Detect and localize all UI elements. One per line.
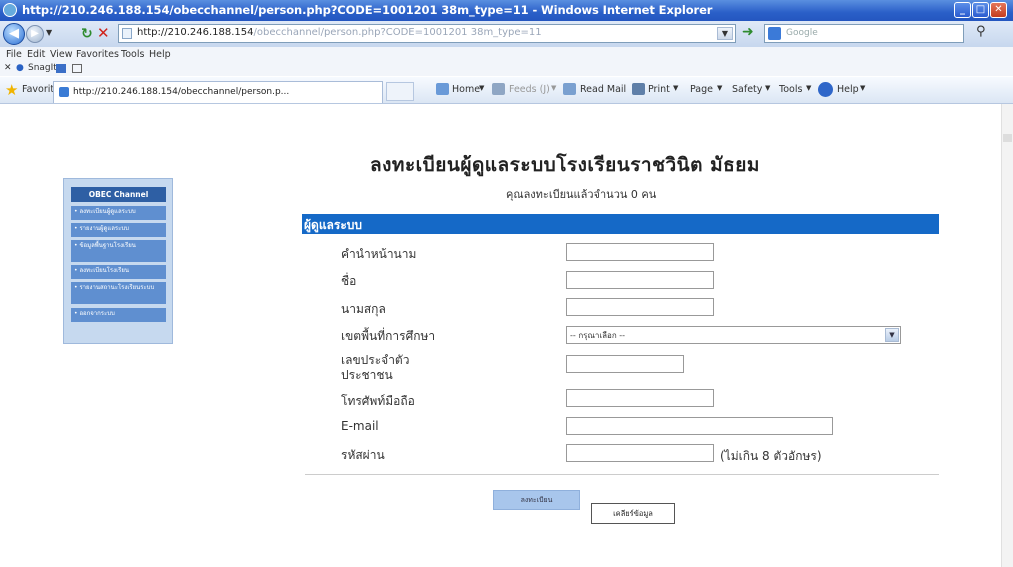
feeds-button[interactable]: Feeds (J): [509, 84, 550, 95]
district-selected-value: -- กรุณาเลือก --: [570, 331, 625, 340]
id-card-label-line2: ประชาชน: [341, 368, 393, 382]
page-dropdown-icon[interactable]: ▼: [717, 84, 722, 92]
tools-menu[interactable]: Tools: [779, 84, 802, 95]
sidebar-header: OBEC Channel: [71, 187, 166, 202]
favorites-star-icon[interactable]: ★: [5, 81, 18, 99]
page-icon: [122, 28, 132, 39]
lastname-input[interactable]: [566, 298, 714, 316]
snagit-button[interactable]: SnagIt: [28, 63, 57, 73]
go-icon[interactable]: ➜: [742, 24, 758, 42]
safety-menu[interactable]: Safety: [732, 84, 762, 95]
feeds-icon[interactable]: [492, 83, 505, 95]
password-input[interactable]: [566, 444, 714, 462]
refresh-icon[interactable]: ↻: [81, 26, 93, 42]
sidebar-item-logout[interactable]: • ออกจากระบบ: [71, 308, 166, 322]
sidebar-item-register-admin[interactable]: • ลงทะเบียนผู้ดูแลระบบ: [71, 206, 166, 220]
stop-icon[interactable]: ✕: [97, 24, 110, 42]
password-hint: (ไม่เกิน 8 ตัวอักษร): [720, 449, 822, 463]
tab-page-icon: [59, 87, 69, 97]
form-divider: [305, 474, 939, 475]
minimize-button[interactable]: _: [954, 2, 971, 18]
registration-count: คุณลงทะเบียนแล้วจำนวน 0 คน: [506, 188, 657, 201]
maximize-button[interactable]: □: [972, 2, 989, 18]
print-button[interactable]: Print: [648, 84, 670, 95]
menu-tools[interactable]: Tools: [121, 49, 144, 60]
address-dropdown-icon[interactable]: ▼: [717, 27, 733, 40]
prefix-input[interactable]: [566, 243, 714, 261]
back-button[interactable]: ◀: [3, 23, 25, 45]
lastname-label: นามสกุล: [341, 302, 386, 316]
firstname-label: ชื่อ: [341, 274, 357, 288]
help-dropdown-icon[interactable]: ▼: [860, 84, 865, 92]
scrollbar-thumb[interactable]: [1003, 134, 1012, 142]
chevron-down-icon[interactable]: ▼: [885, 328, 899, 342]
sidebar-item-admin-report[interactable]: • รายงานผู้ดูแลระบบ: [71, 223, 166, 237]
id-card-input[interactable]: [566, 355, 684, 373]
menu-edit[interactable]: Edit: [27, 49, 45, 60]
email-label: E-mail: [341, 419, 379, 433]
feeds-dropdown-icon[interactable]: ▼: [551, 84, 556, 92]
print-dropdown-icon[interactable]: ▼: [673, 84, 678, 92]
password-label: รหัสผ่าน: [341, 448, 385, 462]
district-label: เขตพื้นที่การศึกษา: [341, 329, 436, 343]
recent-pages-dropdown-icon[interactable]: ▼: [46, 28, 52, 37]
search-placeholder: Google: [786, 28, 818, 38]
menu-bar: File Edit View Favorites Tools Help: [0, 47, 1013, 63]
page-menu[interactable]: Page: [690, 84, 713, 95]
sidebar-item-register-school[interactable]: • ลงทะเบียนโรงเรียน: [71, 265, 166, 279]
home-icon[interactable]: [436, 83, 449, 95]
sidebar-menu: OBEC Channel • ลงทะเบียนผู้ดูแลระบบ • รา…: [63, 178, 173, 344]
tools-dropdown-icon[interactable]: ▼: [806, 84, 811, 92]
menu-file[interactable]: File: [6, 49, 22, 60]
window-title-bar: http://210.246.188.154/obecchannel/perso…: [0, 0, 1013, 21]
read-mail-icon[interactable]: [563, 83, 576, 95]
search-box[interactable]: Google: [764, 24, 964, 43]
snagit-window-icon[interactable]: [72, 64, 82, 73]
close-button[interactable]: ✕: [990, 2, 1007, 18]
safety-dropdown-icon[interactable]: ▼: [765, 84, 770, 92]
prefix-label: คำนำหน้านาม: [341, 247, 417, 261]
print-icon[interactable]: [632, 83, 645, 95]
section-header: ผู้ดูแลระบบ: [302, 214, 939, 234]
district-select[interactable]: -- กรุณาเลือก -- ▼: [566, 326, 901, 344]
search-icon[interactable]: ⚲: [976, 24, 986, 39]
tab-label: http://210.246.188.154/obecchannel/perso…: [73, 87, 290, 97]
page-title: ลงทะเบียนผู้ดูแลระบบโรงเรียนราชวินิต มัธ…: [370, 154, 760, 176]
snagit-capture-icon[interactable]: [56, 64, 66, 73]
address-url[interactable]: http://210.246.188.154/obecchannel/perso…: [137, 27, 542, 38]
home-dropdown-icon[interactable]: ▼: [479, 84, 484, 92]
menu-help[interactable]: Help: [149, 49, 171, 60]
sidebar-item-school-info[interactable]: • ข้อมูลพื้นฐานโรงเรียน: [71, 240, 166, 262]
menu-view[interactable]: View: [50, 49, 73, 60]
menu-favorites[interactable]: Favorites: [76, 49, 119, 60]
mobile-label: โทรศัพท์มือถือ: [341, 394, 415, 408]
mobile-input[interactable]: [566, 389, 714, 407]
toolbar-close-icon[interactable]: ✕: [4, 63, 12, 73]
navigation-bar: ◀ ▶ ▼ ↻ ✕ http://210.246.188.154/obeccha…: [0, 21, 1013, 47]
ie-logo-icon: [3, 3, 17, 17]
google-search-icon: [768, 27, 781, 40]
browser-tab[interactable]: http://210.246.188.154/obecchannel/perso…: [53, 81, 383, 103]
submit-button[interactable]: ลงทะเบียน: [493, 490, 580, 510]
snagit-icon: ●: [16, 63, 24, 73]
window-title: http://210.246.188.154/obecchannel/perso…: [22, 3, 713, 17]
snagit-toolbar: ✕ ● SnagIt: [0, 63, 1013, 76]
forward-button[interactable]: ▶: [26, 25, 44, 43]
reset-button[interactable]: เคลียร์ข้อมูล: [591, 503, 675, 524]
address-bar[interactable]: http://210.246.188.154/obecchannel/perso…: [118, 24, 736, 43]
favorites-bar: ★ Favorites http://210.246.188.154/obecc…: [0, 77, 1013, 104]
new-tab-button[interactable]: [386, 82, 414, 101]
help-icon[interactable]: [818, 82, 833, 97]
firstname-input[interactable]: [566, 271, 714, 289]
help-menu[interactable]: Help: [837, 84, 859, 95]
vertical-scrollbar[interactable]: [1001, 104, 1013, 567]
sidebar-item-school-status[interactable]: • รายงานสถานะโรงเรียนระบบ: [71, 282, 166, 304]
read-mail-button[interactable]: Read Mail: [580, 84, 626, 95]
home-button[interactable]: Home: [452, 84, 480, 95]
email-input[interactable]: [566, 417, 833, 435]
section-header-label: ผู้ดูแลระบบ: [304, 218, 363, 232]
